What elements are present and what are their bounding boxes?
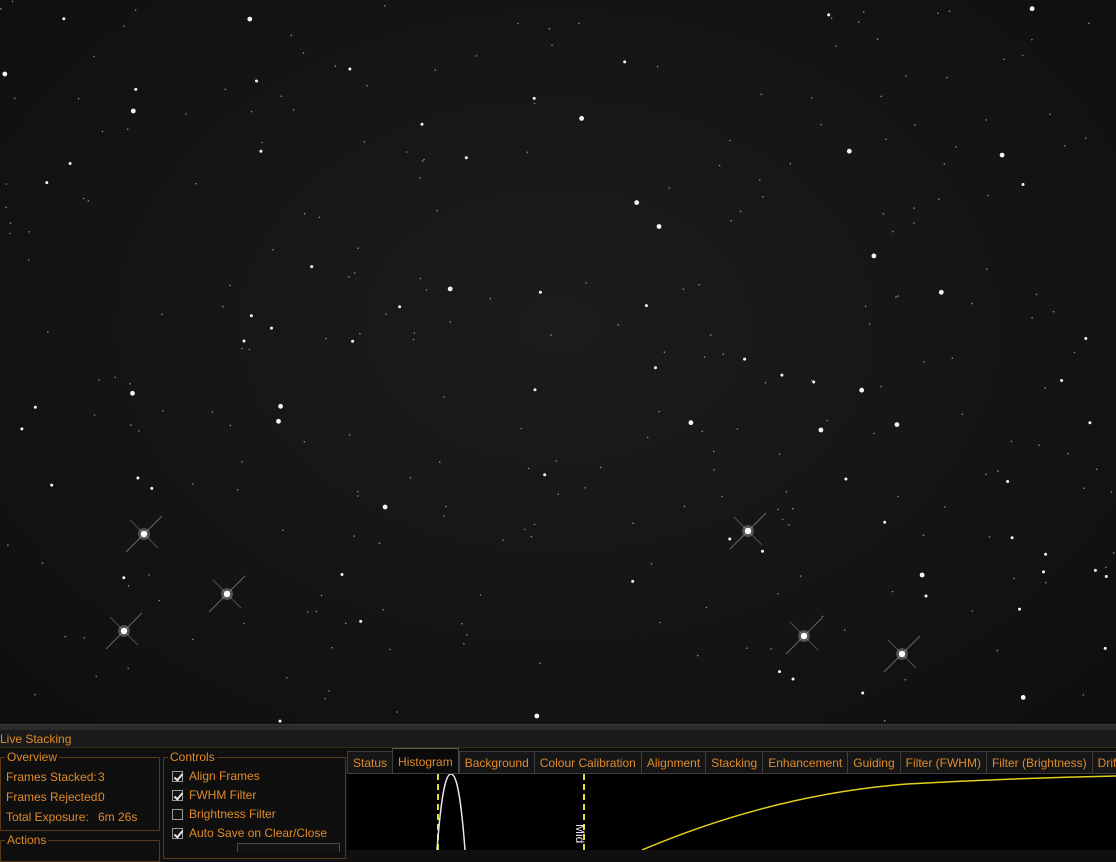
tab-drift[interactable]: Drif — [1091, 751, 1116, 774]
panel-title-bar: Live Stacking — [0, 730, 1116, 748]
brightness-filter-label: Brightness Filter — [189, 807, 276, 821]
checkbox-align-frames[interactable] — [172, 770, 183, 782]
checkbox-auto-save[interactable] — [172, 827, 183, 839]
frames-stacked-label: Frames Stacked: — [6, 770, 97, 784]
panel-title: Live Stacking — [0, 732, 72, 746]
mid-label: Mid — [573, 824, 587, 844]
tab-histogram[interactable]: Histogram — [392, 748, 459, 776]
frames-rejected-label: Frames Rejected: — [6, 790, 101, 804]
checkbox-brightness-filter[interactable] — [172, 808, 183, 820]
frames-rejected-value: 0 — [98, 790, 105, 804]
tab-alignment[interactable]: Alignment — [640, 751, 706, 774]
stretch-curve — [641, 775, 1116, 850]
tab-strip: Status Histogram Background Colour Calib… — [347, 748, 1116, 776]
star-field-image[interactable] — [0, 0, 1116, 724]
fwhm-filter-label: FWHM Filter — [189, 788, 257, 802]
align-frames-checkbox[interactable]: Align Frames — [172, 769, 260, 783]
tab-guiding[interactable]: Guiding — [847, 751, 900, 774]
tab-background[interactable]: Background — [458, 751, 534, 774]
tab-colour-calibration[interactable]: Colour Calibration — [533, 751, 641, 774]
total-exposure-label: Total Exposure: — [6, 810, 89, 824]
actions-group: Actions — [0, 833, 160, 862]
tab-status[interactable]: Status — [347, 751, 393, 774]
tab-filter-brightness[interactable]: Filter (Brightness) — [985, 751, 1092, 774]
tab-stacking[interactable]: Stacking — [705, 751, 763, 774]
histogram-view[interactable]: Mid — [347, 773, 1116, 850]
control-button[interactable] — [237, 843, 340, 852]
fwhm-filter-checkbox[interactable]: FWHM Filter — [172, 788, 256, 802]
live-stacking-panel: Overview Frames Stacked: 3 Frames Reject… — [0, 748, 1116, 862]
brightness-filter-checkbox[interactable]: Brightness Filter — [172, 807, 276, 821]
frames-stacked-value: 3 — [98, 770, 105, 784]
tab-enhancement[interactable]: Enhancement — [762, 751, 848, 774]
align-frames-label: Align Frames — [189, 769, 260, 783]
overview-legend: Overview — [5, 750, 60, 764]
actions-legend: Actions — [5, 833, 49, 847]
overview-group: Overview Frames Stacked: 3 Frames Reject… — [0, 750, 160, 831]
tab-filter-fwhm[interactable]: Filter (FWHM) — [899, 751, 986, 774]
histogram-graph — [436, 774, 1116, 850]
auto-save-label: Auto Save on Clear/Close — [189, 826, 328, 840]
checkbox-fwhm-filter[interactable] — [172, 789, 183, 801]
stars — [0, 0, 1115, 723]
controls-legend: Controls — [168, 750, 217, 764]
total-exposure-value: 6m 26s — [98, 810, 138, 824]
auto-save-checkbox[interactable]: Auto Save on Clear/Close — [172, 826, 327, 840]
histogram-peak — [436, 774, 466, 850]
